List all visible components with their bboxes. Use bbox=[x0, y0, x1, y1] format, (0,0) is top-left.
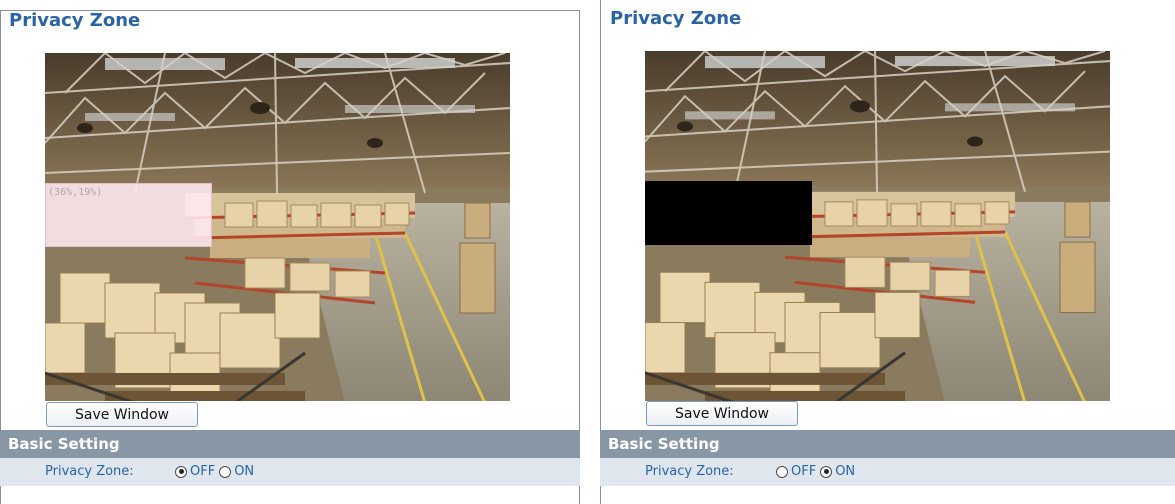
camera-preview[interactable] bbox=[645, 51, 1110, 401]
section-header: Basic Setting bbox=[600, 430, 1175, 458]
zone-coordinates-label: (36%,19%) bbox=[48, 187, 103, 198]
privacy-zone-radio-group: OFF ON bbox=[776, 464, 859, 479]
privacy-zone-radio-group: OFF ON bbox=[175, 464, 258, 479]
radio-on[interactable] bbox=[219, 465, 232, 478]
radio-off[interactable] bbox=[776, 465, 788, 478]
radio-on[interactable] bbox=[820, 465, 833, 478]
section-header: Basic Setting bbox=[0, 430, 580, 458]
privacy-zone-label: Privacy Zone: bbox=[645, 464, 734, 479]
radio-off[interactable] bbox=[175, 465, 187, 478]
privacy-zone-mask bbox=[645, 181, 812, 245]
radio-on-label[interactable]: ON bbox=[835, 464, 855, 479]
page-title: Privacy Zone bbox=[610, 8, 742, 29]
section-title: Basic Setting bbox=[8, 435, 120, 453]
radio-on-label[interactable]: ON bbox=[234, 464, 254, 479]
privacy-zone-setting-row: Privacy Zone: OFF ON bbox=[600, 458, 1175, 486]
save-window-button[interactable]: Save Window bbox=[646, 401, 798, 426]
radio-off-label[interactable]: OFF bbox=[791, 464, 816, 479]
privacy-zone-selection[interactable]: (36%,19%) bbox=[45, 183, 212, 247]
section-title: Basic Setting bbox=[608, 435, 720, 453]
privacy-zone-panel-on: Privacy Zone Save Window Basic Setting P… bbox=[600, 0, 1175, 504]
privacy-zone-label: Privacy Zone: bbox=[45, 464, 134, 479]
privacy-zone-panel-off: Privacy Zone (36%,19%) Save Window Basic… bbox=[0, 0, 580, 504]
privacy-zone-setting-row: Privacy Zone: OFF ON bbox=[0, 458, 580, 486]
save-window-button[interactable]: Save Window bbox=[46, 402, 198, 427]
camera-preview[interactable]: (36%,19%) bbox=[45, 53, 510, 401]
radio-off-label[interactable]: OFF bbox=[190, 464, 215, 479]
page-title: Privacy Zone bbox=[9, 10, 141, 31]
